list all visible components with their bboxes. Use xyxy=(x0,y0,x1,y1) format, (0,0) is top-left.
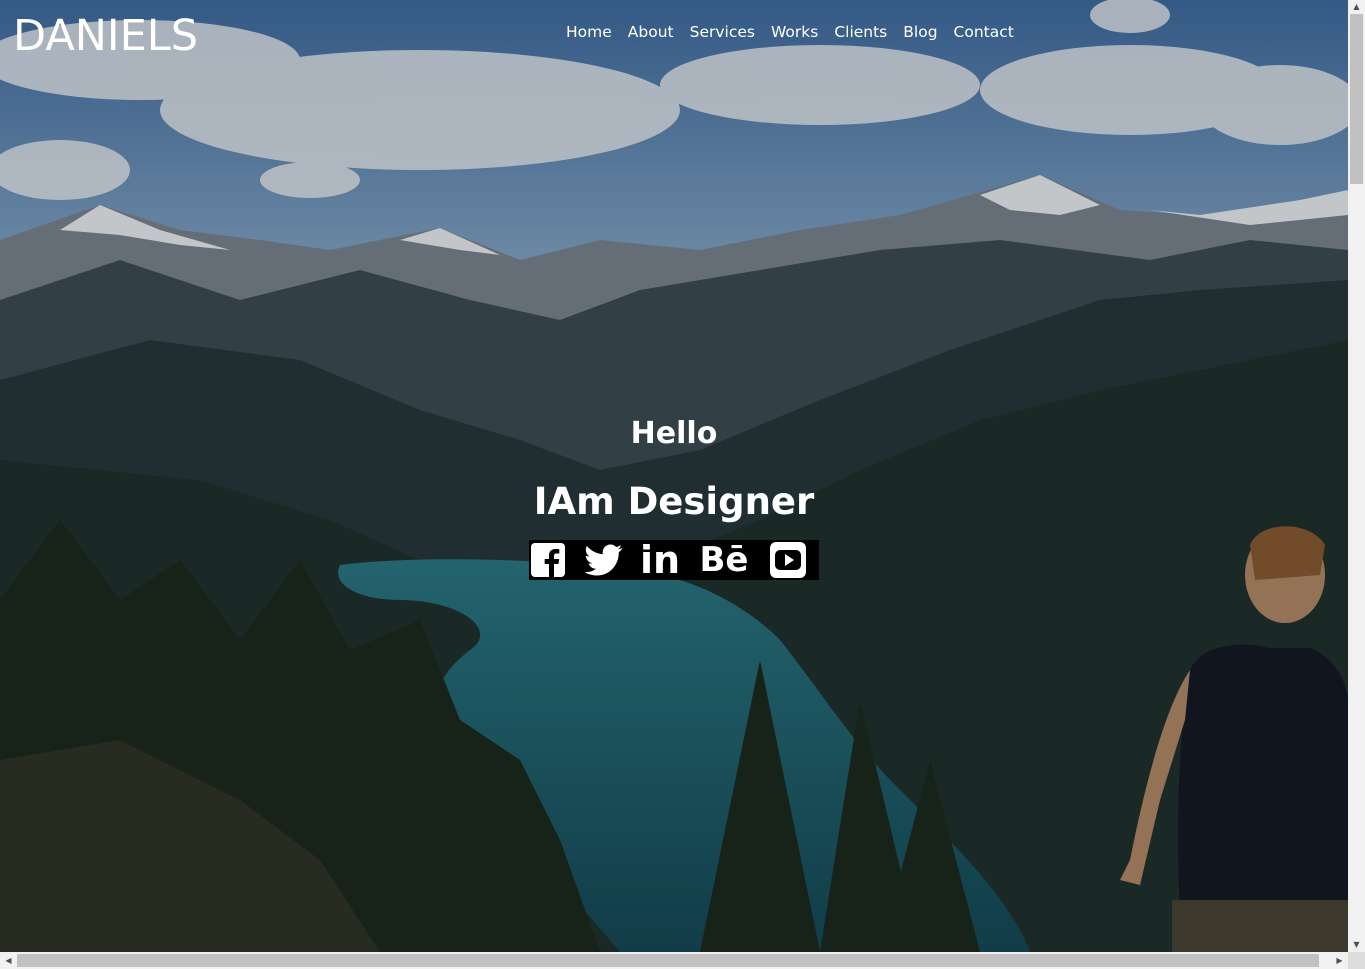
nav-item-blog[interactable]: Blog xyxy=(895,20,945,44)
behance-icon[interactable]: Bē xyxy=(697,541,751,579)
scrollbar-corner xyxy=(1348,952,1365,969)
horizontal-scrollbar[interactable]: ◀ ▶ xyxy=(0,952,1348,969)
scroll-down-arrow-icon[interactable]: ▼ xyxy=(1348,938,1365,952)
scroll-right-arrow-icon[interactable]: ▶ xyxy=(1331,952,1348,969)
social-links: in Bē xyxy=(529,540,819,580)
dark-overlay xyxy=(0,0,1348,952)
hero-headline: IAm Designer xyxy=(533,480,815,523)
facebook-icon[interactable] xyxy=(529,541,567,579)
horizontal-scroll-thumb[interactable] xyxy=(17,954,1319,967)
nav-item-home[interactable]: Home xyxy=(558,20,620,44)
hero-section: DANIELS Home About Services Works Client… xyxy=(0,0,1348,952)
main-nav: Home About Services Works Clients Blog C… xyxy=(558,20,1022,44)
nav-item-clients[interactable]: Clients xyxy=(826,20,895,44)
nav-item-contact[interactable]: Contact xyxy=(946,20,1022,44)
linkedin-label: in xyxy=(639,538,681,582)
nav-item-works[interactable]: Works xyxy=(763,20,826,44)
scroll-up-arrow-icon[interactable]: ▲ xyxy=(1348,0,1365,14)
scroll-left-arrow-icon[interactable]: ◀ xyxy=(0,952,17,969)
vertical-scrollbar[interactable]: ▲ ▼ xyxy=(1348,0,1365,952)
nav-item-about[interactable]: About xyxy=(620,20,682,44)
nav-item-services[interactable]: Services xyxy=(682,20,763,44)
site-logo[interactable]: DANIELS xyxy=(13,10,198,62)
behance-label: Bē xyxy=(699,540,749,580)
hero-greeting: Hello xyxy=(630,416,718,451)
linkedin-icon[interactable]: in xyxy=(639,538,681,582)
vertical-scroll-thumb[interactable] xyxy=(1350,14,1363,184)
twitter-icon[interactable] xyxy=(585,541,623,579)
youtube-icon[interactable] xyxy=(769,541,807,579)
